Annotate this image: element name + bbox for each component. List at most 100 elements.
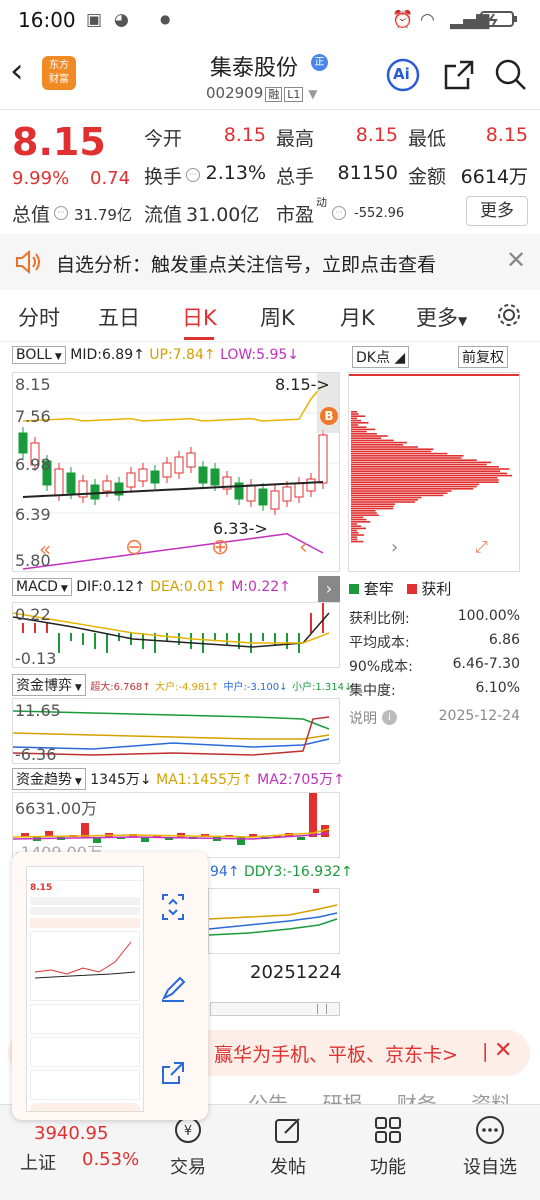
- tab-wuri[interactable]: 五日: [98, 302, 140, 332]
- chip-bar: [351, 411, 357, 413]
- note-label[interactable]: 说明: [349, 708, 377, 728]
- chip-bar: [351, 463, 487, 466]
- gear-icon[interactable]: [496, 302, 522, 332]
- macd-dif: DIF:0.12↑: [76, 579, 146, 595]
- zoom-out-icon[interactable]: ⊖: [125, 535, 143, 560]
- screenshot-preview-card[interactable]: 8.15: [12, 852, 208, 1120]
- info-icon[interactable]: i: [382, 710, 397, 725]
- info-icon[interactable]: ···: [332, 206, 346, 220]
- search-icon[interactable]: [494, 58, 528, 92]
- chip-bar: [351, 503, 396, 505]
- zjbp-selector-label: 资金博弈: [16, 678, 72, 694]
- macd-dea: DEA:0.01↑: [150, 579, 227, 595]
- analysis-banner[interactable]: 自选分析：触发重点关注信号，立即点击查看 ✕: [0, 234, 540, 290]
- stat-value-1: 100.00%: [457, 608, 520, 624]
- battery-icon: [480, 9, 518, 34]
- chart-scrollbar[interactable]: [210, 1002, 340, 1016]
- candle-body: [54, 468, 64, 496]
- expand-icon[interactable]: ⤢: [475, 537, 488, 557]
- stock-name[interactable]: 集泰股份: [210, 50, 298, 82]
- macd-y-bottom: -0.13: [15, 649, 57, 668]
- back-arrow-icon[interactable]: ‹: [10, 54, 24, 88]
- chip-bar: [351, 532, 359, 534]
- gallery-icon: ▣: [86, 10, 103, 30]
- chip-bar: [351, 415, 366, 417]
- back-icon[interactable]: ‹: [299, 535, 308, 560]
- boll-low-line: [22, 533, 324, 570]
- profit-legend-label: 获利: [421, 580, 452, 598]
- zjbp-chart[interactable]: 11.65 -6.36: [12, 698, 340, 764]
- index-value[interactable]: 3940.95: [34, 1123, 108, 1144]
- share-icon[interactable]: [160, 1060, 186, 1090]
- function-label: 功能: [370, 1157, 406, 1178]
- panel-expand-button[interactable]: ›: [318, 576, 340, 602]
- tab-fenshi[interactable]: 分时: [18, 302, 60, 332]
- chip-bar: [351, 499, 418, 501]
- info-icon[interactable]: ···: [186, 168, 200, 182]
- info-icon[interactable]: ···: [54, 206, 68, 220]
- close-icon[interactable]: ✕: [494, 1038, 512, 1063]
- tab-rik[interactable]: 日K: [182, 302, 217, 332]
- chart-date-label: 20251224: [250, 962, 342, 983]
- stock-code-row[interactable]: 002909 融 L1 ▼: [206, 84, 317, 102]
- chip-bar: [351, 494, 444, 497]
- change-percent: 9.99%: [12, 168, 70, 189]
- screenshot-thumbnail[interactable]: 8.15: [26, 866, 144, 1112]
- ai-button[interactable]: Ai: [386, 58, 420, 92]
- chip-bar: [351, 483, 480, 486]
- chip-bar: [351, 466, 499, 468]
- y-label-4: 6.39: [15, 505, 51, 524]
- buy-marker[interactable]: B: [320, 407, 338, 425]
- close-icon[interactable]: ✕: [506, 246, 526, 274]
- chip-bar: [351, 505, 394, 508]
- macd-chart[interactable]: 0.22 -0.13: [12, 602, 340, 668]
- chip-bar: [351, 419, 362, 422]
- tab-yuek[interactable]: 月K: [340, 302, 375, 332]
- chip-distribution-chart[interactable]: › ⤢: [348, 372, 520, 572]
- volume-value: 81150: [337, 162, 398, 184]
- index-pct[interactable]: 0.53%: [82, 1149, 139, 1170]
- app-logo[interactable]: 东方 财富: [42, 56, 76, 90]
- chip-bar: [351, 521, 371, 523]
- chevron-right-icon[interactable]: ›: [391, 537, 398, 558]
- dot-icon: ●: [160, 12, 171, 26]
- fuquan-button[interactable]: 前复权: [458, 346, 508, 368]
- zjbp-xiaohu: 小户:1.314↓: [291, 682, 353, 693]
- chip-bar: [351, 514, 379, 516]
- function-button[interactable]: 功能: [348, 1115, 428, 1179]
- zjbp-selector[interactable]: 资金博弈 ▼: [12, 674, 86, 696]
- trade-button[interactable]: ¥ 交易: [148, 1115, 228, 1179]
- tab-more[interactable]: 更多▼: [416, 302, 467, 332]
- ddy-partial: 94↑: [210, 864, 240, 880]
- share-icon[interactable]: [442, 58, 476, 92]
- chip-bar: [351, 540, 364, 543]
- ai-label: Ai: [393, 65, 410, 83]
- ddy-chart[interactable]: [208, 888, 340, 954]
- set-watchlist-button[interactable]: 设自选: [450, 1115, 530, 1179]
- zjqs-selector[interactable]: 资金趋势 ▼: [12, 768, 86, 790]
- index-name[interactable]: 上证: [20, 1149, 56, 1175]
- speaker-icon: [14, 249, 42, 279]
- more-button[interactable]: 更多: [466, 196, 528, 226]
- chip-bar: [351, 534, 365, 536]
- post-button[interactable]: 发帖: [248, 1115, 328, 1179]
- dk-selector[interactable]: DK点 ◢: [352, 346, 410, 368]
- kline-chart[interactable]: 8.15 7.56 6.98 6.39 5.80 8.15-> 6.33-> B…: [12, 372, 340, 572]
- chip-bar: [351, 430, 367, 433]
- boll-selector[interactable]: BOLL ▼: [12, 346, 66, 364]
- y-label-3: 6.98: [15, 455, 51, 474]
- tab-zhouk[interactable]: 周K: [260, 302, 295, 332]
- chip-bar: [351, 485, 477, 488]
- zjqs-chart[interactable]: 6631.00万 -1409.00万: [12, 777, 340, 862]
- scrollbar-handle[interactable]: [317, 1004, 327, 1014]
- chip-bar: [351, 523, 357, 525]
- zjbp-y-top: 11.65: [15, 701, 61, 720]
- edit-pen-icon[interactable]: [160, 976, 186, 1006]
- macd-selector[interactable]: MACD ▼: [12, 578, 72, 596]
- candle-body: [90, 484, 100, 500]
- scroll-capture-icon[interactable]: [160, 892, 186, 926]
- scroll-left-icon[interactable]: «: [39, 537, 51, 561]
- candle-body: [258, 488, 268, 506]
- zoom-in-icon[interactable]: ⊕: [211, 535, 229, 560]
- hold-legend-label: 套牢: [363, 580, 394, 598]
